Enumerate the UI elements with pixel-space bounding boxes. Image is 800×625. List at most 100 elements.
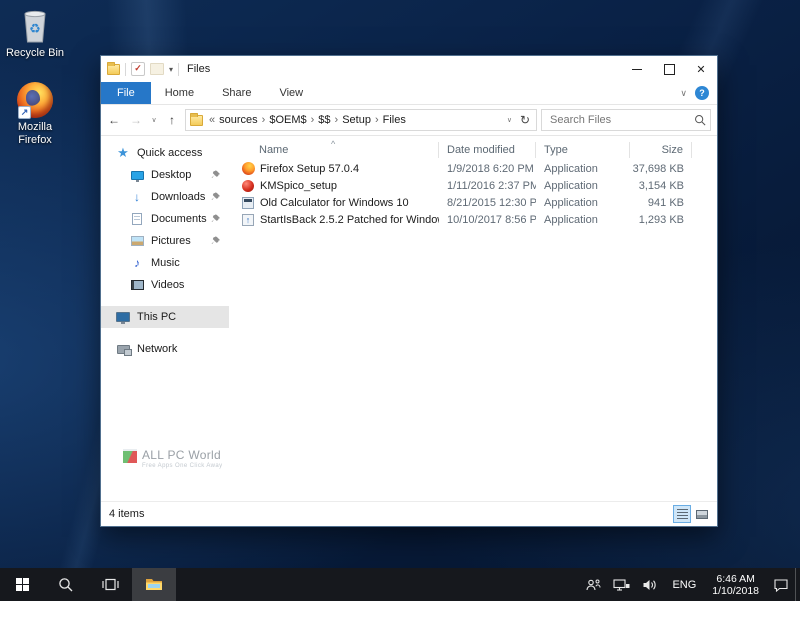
title-bar[interactable]: ✓ ▾ Files ✕ xyxy=(101,56,717,82)
downloads-icon: ↓ xyxy=(129,190,145,204)
sidebar-item-desktop[interactable]: Desktop xyxy=(101,164,229,186)
breadcrumb-separator-icon: › xyxy=(375,114,379,126)
breadcrumb-segment[interactable]: Files xyxy=(383,114,406,126)
sidebar-item-quick-access[interactable]: ★ Quick access xyxy=(101,142,229,164)
task-view-button[interactable] xyxy=(88,568,132,601)
maximize-button[interactable] xyxy=(653,56,685,82)
documents-icon xyxy=(132,213,142,225)
close-button[interactable]: ✕ xyxy=(685,56,717,82)
item-count: 4 items xyxy=(109,508,144,520)
breadcrumb-segment[interactable]: $$ xyxy=(318,114,330,126)
people-icon xyxy=(585,578,601,592)
file-row-startisback[interactable]: StartIsBack 2.5.2 Patched for Windows10 … xyxy=(229,211,717,228)
tab-share[interactable]: Share xyxy=(208,82,265,104)
file-date-modified: 8/21/2015 12:30 PM xyxy=(439,197,536,209)
quick-access-toolbar: ✓ ▾ xyxy=(101,62,179,76)
music-icon: ♪ xyxy=(129,256,145,270)
file-row-kmspico-setup[interactable]: KMSpico_setup 1/11/2016 2:37 PM Applicat… xyxy=(229,177,717,194)
file-name: Firefox Setup 57.0.4 xyxy=(260,163,359,175)
column-header-size[interactable]: Size xyxy=(630,142,692,158)
pin-icon xyxy=(211,214,221,224)
explorer-app-icon xyxy=(107,64,120,75)
file-row-firefox-setup[interactable]: Firefox Setup 57.0.4 1/9/2018 6:20 PM Ap… xyxy=(229,160,717,177)
file-row-old-calculator[interactable]: Old Calculator for Windows 10 8/21/2015 … xyxy=(229,194,717,211)
breadcrumb: « sources › $OEM$ › $$ › Setup › Files xyxy=(209,114,503,126)
help-icon[interactable]: ? xyxy=(695,86,709,100)
desktop-icon-mozilla-firefox[interactable]: ↗ Mozilla Firefox xyxy=(0,82,70,147)
clock[interactable]: 6:46 AM 1/10/2018 xyxy=(704,568,767,601)
sidebar-item-videos[interactable]: Videos xyxy=(101,274,229,296)
volume-tray-button[interactable] xyxy=(636,568,664,601)
breadcrumb-segment[interactable]: $OEM$ xyxy=(269,114,306,126)
sidebar-item-label: Network xyxy=(137,343,177,355)
watermark-cube-logo-icon xyxy=(123,449,137,463)
desktop-icon xyxy=(131,171,144,180)
allpcworld-watermark: ALL PC World Free Apps One Click Away xyxy=(123,448,223,469)
search-box[interactable] xyxy=(541,109,711,131)
file-explorer-icon xyxy=(145,577,163,592)
task-view-icon xyxy=(102,577,119,592)
firefox-icon: ↗ xyxy=(17,82,53,118)
desktop-icon-recycle-bin[interactable]: ♻ Recycle Bin xyxy=(0,8,70,60)
breadcrumb-segment[interactable]: Setup xyxy=(342,114,371,126)
show-desktop-button[interactable] xyxy=(795,568,800,601)
desktop-icon-label: Recycle Bin xyxy=(0,47,70,60)
people-tray-button[interactable] xyxy=(579,568,607,601)
details-view-button[interactable] xyxy=(673,505,691,523)
file-rows: Firefox Setup 57.0.4 1/9/2018 6:20 PM Ap… xyxy=(229,160,717,501)
network-tray-button[interactable] xyxy=(607,568,636,601)
file-list-pane: Name ^ Date modified Type Size Firefox S… xyxy=(229,136,717,501)
tab-home[interactable]: Home xyxy=(151,82,208,104)
column-header-type[interactable]: Type xyxy=(536,142,630,158)
tab-view[interactable]: View xyxy=(265,82,317,104)
action-center-button[interactable] xyxy=(767,568,795,601)
sidebar-item-label: Documents xyxy=(151,213,207,225)
sidebar-item-documents[interactable]: Documents xyxy=(101,208,229,230)
installer-file-icon xyxy=(242,214,254,226)
taskbar-file-explorer-button[interactable] xyxy=(132,568,176,601)
forward-button[interactable]: → xyxy=(127,113,145,127)
column-header-name[interactable]: Name ^ xyxy=(229,142,439,158)
minimize-button[interactable] xyxy=(621,56,653,82)
start-button[interactable] xyxy=(0,568,44,601)
search-input[interactable] xyxy=(548,113,694,127)
tab-file[interactable]: File xyxy=(101,82,151,104)
file-type: Application xyxy=(536,197,630,209)
taskbar-search-button[interactable] xyxy=(44,568,88,601)
new-folder-icon[interactable] xyxy=(150,63,164,75)
close-icon: ✕ xyxy=(696,63,705,76)
sort-ascending-icon: ^ xyxy=(331,136,335,152)
pin-icon xyxy=(211,236,221,246)
column-header-date-modified[interactable]: Date modified xyxy=(439,142,536,158)
sidebar-item-network[interactable]: Network xyxy=(101,338,229,360)
pin-icon xyxy=(211,192,221,202)
file-type: Application xyxy=(536,163,630,175)
file-type: Application xyxy=(536,214,630,226)
large-icons-view-button[interactable] xyxy=(693,505,711,523)
details-view-icon xyxy=(677,509,688,519)
maximize-icon xyxy=(664,64,675,75)
sidebar-item-pictures[interactable]: Pictures xyxy=(101,230,229,252)
language-indicator[interactable]: ENG xyxy=(664,568,704,601)
address-dropdown-chevron-icon[interactable]: ∨ xyxy=(503,116,516,124)
sidebar-item-music[interactable]: ♪ Music xyxy=(101,252,229,274)
expand-ribbon-chevron-icon[interactable]: ∨ xyxy=(680,88,687,99)
sidebar-item-label: Downloads xyxy=(151,191,205,203)
breadcrumb-segment[interactable]: sources xyxy=(219,114,258,126)
address-bar[interactable]: « sources › $OEM$ › $$ › Setup › Files ∨… xyxy=(185,109,537,131)
file-size: 37,698 KB xyxy=(630,163,692,175)
action-center-icon xyxy=(773,578,789,592)
sidebar-item-downloads[interactable]: ↓ Downloads xyxy=(101,186,229,208)
properties-icon[interactable]: ✓ xyxy=(131,62,145,76)
customize-toolbar-chevron-icon[interactable]: ▾ xyxy=(169,65,173,74)
recent-locations-chevron-icon[interactable]: ∨ xyxy=(149,116,159,124)
up-button[interactable]: ↑ xyxy=(163,113,181,127)
sidebar-item-label: Music xyxy=(151,257,180,269)
firefox-file-icon xyxy=(242,162,255,175)
sidebar-item-this-pc[interactable]: This PC xyxy=(101,306,229,328)
breadcrumb-overflow-icon[interactable]: « xyxy=(209,114,215,126)
file-size: 941 KB xyxy=(630,197,692,209)
back-button[interactable]: ← xyxy=(105,113,123,127)
refresh-icon[interactable]: ↻ xyxy=(516,113,534,127)
file-date-modified: 1/9/2018 6:20 PM xyxy=(439,163,536,175)
